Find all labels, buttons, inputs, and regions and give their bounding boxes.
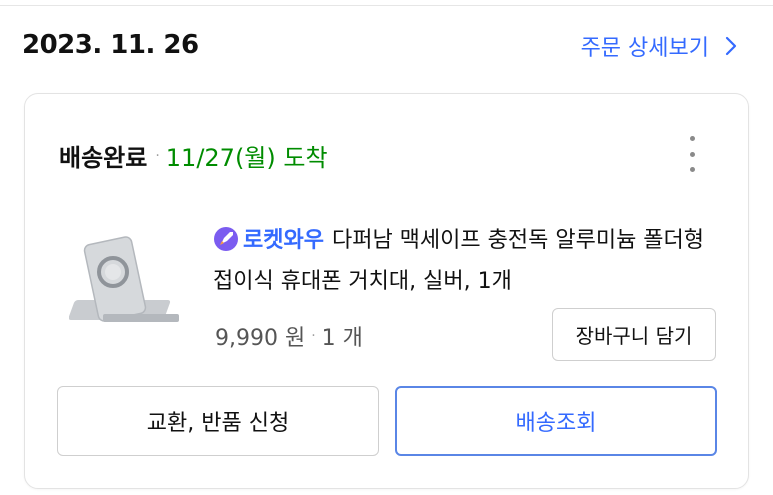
add-to-cart-button[interactable]: 장바구니 담기 bbox=[552, 308, 716, 361]
price-row: 9,990 원 · 1 개 bbox=[215, 320, 363, 352]
product-thumbnail[interactable] bbox=[69, 234, 189, 334]
price-separator: · bbox=[311, 328, 316, 344]
rocket-wow-badge: 로켓와우 bbox=[243, 228, 324, 253]
order-page: 2023. 11. 26 주문 상세보기 배송완료 · 11/27(월) 도착 bbox=[0, 0, 773, 495]
chevron-right-icon bbox=[725, 36, 737, 56]
order-date: 2023. 11. 26 bbox=[22, 30, 199, 60]
rocket-wow-icon bbox=[214, 227, 238, 251]
top-divider bbox=[0, 0, 773, 6]
arrival-date: 11/27(월) 도착 bbox=[165, 144, 328, 172]
more-vertical-icon[interactable] bbox=[680, 136, 704, 172]
product-info[interactable]: 로켓와우 다퍼남 맥세이프 충전독 알루미늄 폴더형 접이식 휴대폰 거치대, 실… bbox=[213, 220, 723, 302]
order-card: 배송완료 · 11/27(월) 도착 로켓와우 다퍼남 맥세이프 충전독 알루미늄… bbox=[24, 93, 749, 489]
delivery-status: 배송완료 bbox=[59, 144, 148, 172]
order-detail-link[interactable]: 주문 상세보기 bbox=[581, 30, 737, 62]
return-exchange-button[interactable]: 교환, 반품 신청 bbox=[57, 386, 379, 456]
product-price: 9,990 원 bbox=[215, 326, 306, 351]
status-separator: · bbox=[155, 147, 160, 164]
order-detail-label: 주문 상세보기 bbox=[580, 36, 709, 61]
product-quantity: 1 개 bbox=[321, 326, 363, 351]
shipment-status: 배송완료 · 11/27(월) 도착 bbox=[59, 138, 328, 173]
track-delivery-button[interactable]: 배송조회 bbox=[395, 386, 717, 456]
